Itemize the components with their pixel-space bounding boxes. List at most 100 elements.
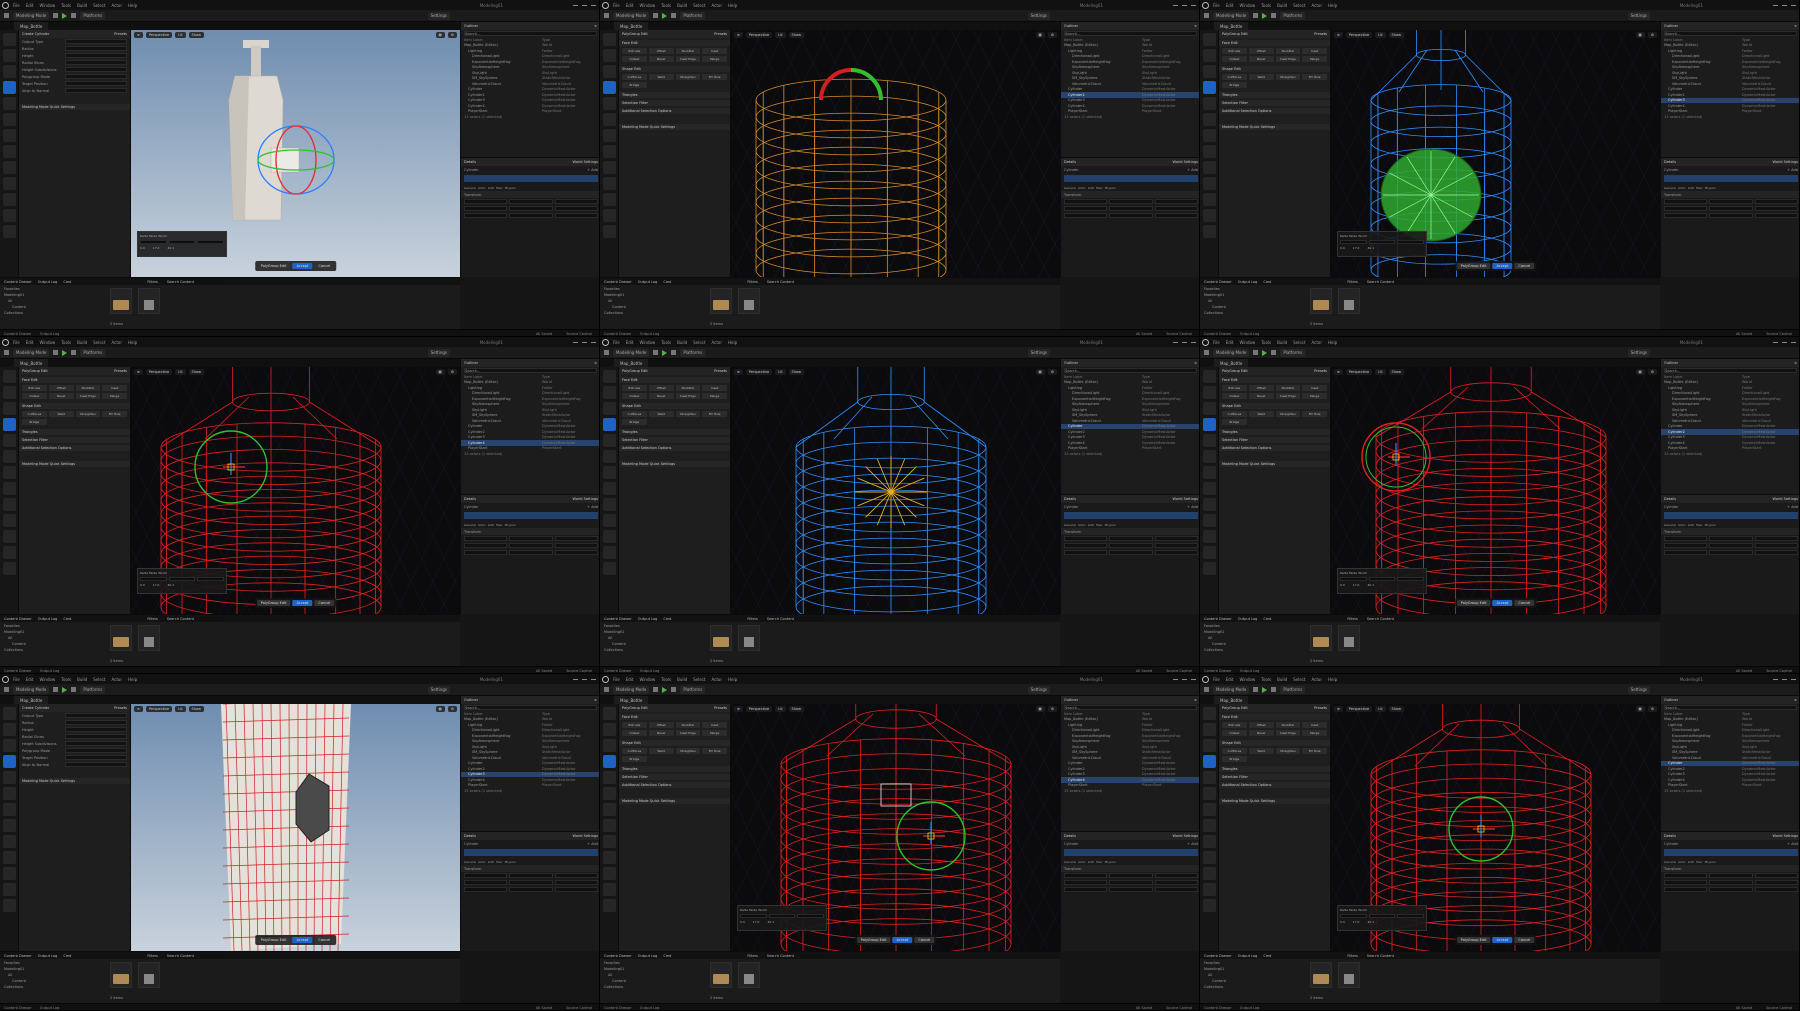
mode-tool-icon[interactable] (1203, 81, 1216, 94)
tool-action-button[interactable]: Inset (1302, 722, 1327, 728)
accept-button[interactable]: Accept (1492, 600, 1513, 606)
status-output-log[interactable]: Output Log (40, 1006, 60, 1010)
delta-x-field[interactable] (740, 914, 767, 918)
menu-actor[interactable]: Actor (1308, 340, 1325, 345)
settings-button[interactable]: Settings (1627, 348, 1650, 357)
mode-tool-icon[interactable] (1203, 161, 1216, 174)
property-field[interactable] (65, 46, 127, 51)
component-row[interactable] (1064, 849, 1198, 856)
save-icon[interactable] (4, 350, 9, 355)
mode-tool-icon[interactable] (603, 466, 616, 479)
mode-tool-icon[interactable] (603, 851, 616, 864)
unreal-logo-icon[interactable] (1200, 337, 1210, 347)
scale-y-field[interactable] (509, 887, 553, 892)
viewport-menu-icon[interactable]: ≡ (1334, 368, 1343, 375)
tool-action-button[interactable]: Bevel (1248, 56, 1274, 62)
minimize-icon[interactable] (1773, 341, 1778, 343)
platforms-button[interactable]: Platforms (80, 685, 106, 694)
mode-tool-icon[interactable] (1203, 97, 1216, 110)
tool-action-button[interactable]: Outset (22, 393, 47, 399)
camera-speed-icon[interactable]: ⚙ (1047, 368, 1057, 375)
content-drawer-tab[interactable]: Content Drawer (604, 280, 632, 284)
platforms-button[interactable]: Platforms (80, 11, 106, 20)
panel-section[interactable]: Triangles (1219, 766, 1330, 772)
details-tab-physics[interactable]: Physics (1105, 523, 1116, 527)
rotation-z-field[interactable] (1754, 543, 1798, 548)
menu-tools[interactable]: Tools (658, 340, 674, 345)
tool-action-button[interactable]: Bridge (1222, 82, 1247, 88)
status-output-log[interactable]: Output Log (1240, 332, 1260, 336)
maximize-icon[interactable] (1782, 341, 1787, 343)
location-field[interactable] (1064, 536, 1108, 541)
location-field[interactable] (1064, 199, 1108, 204)
level-tab[interactable]: Map_Bottle (1214, 359, 1249, 367)
close-icon[interactable] (1791, 341, 1796, 343)
content-drawer-tab[interactable]: Content Drawer (4, 954, 32, 958)
window-controls[interactable] (573, 341, 596, 343)
level-tab[interactable]: Map_Bottle (1214, 696, 1249, 704)
mode-tool-icon[interactable] (1203, 530, 1216, 543)
tool-action-button[interactable]: Bevel (648, 56, 674, 62)
location-z-field[interactable] (554, 536, 598, 541)
settings-button[interactable]: Settings (427, 685, 450, 694)
component-row[interactable] (464, 175, 598, 182)
outliner-row[interactable]: ExponentialHeightFog ExponentialHeightFog (461, 59, 599, 65)
pause-icon[interactable] (1271, 13, 1277, 18)
level-viewport[interactable]: ≡ Perspective Lit Show ▦ ⚙ PolyGroup Edi… (131, 704, 460, 951)
tool-action-button[interactable]: Inset (702, 722, 727, 728)
column-label[interactable]: Item Label (1064, 712, 1142, 716)
cancel-button[interactable]: Cancel (1514, 937, 1535, 943)
menu-tools[interactable]: Tools (1258, 3, 1274, 8)
scale-y-field[interactable] (1709, 213, 1753, 218)
viewport-menu-icon[interactable]: ≡ (134, 705, 143, 712)
status-output-log[interactable]: Output Log (1240, 1006, 1260, 1010)
tool-action-button[interactable]: Inset Edge (1275, 730, 1301, 736)
settings-button[interactable]: Settings (1027, 685, 1050, 694)
tool-action-button[interactable]: Merge (702, 56, 727, 62)
tool-action-button[interactable]: Fill Hole (1302, 748, 1327, 754)
tool-action-button[interactable]: Weld (1248, 74, 1274, 80)
mode-tool-icon[interactable] (603, 546, 616, 559)
outliner-search[interactable]: Search... (1664, 368, 1797, 373)
mode-tool-icon[interactable] (1203, 803, 1216, 816)
asset-folder[interactable] (110, 962, 132, 988)
menu-build[interactable]: Build (674, 677, 690, 682)
tool-action-button[interactable]: Merge (702, 393, 727, 399)
content-drawer-tab[interactable]: Content Drawer (1204, 280, 1232, 284)
panel-section[interactable]: Additional Selection Options (619, 445, 730, 451)
perspective-button[interactable]: Perspective (745, 368, 773, 375)
window-controls[interactable] (1773, 341, 1796, 343)
menu-help[interactable]: Help (125, 677, 140, 682)
gizmo-delta-panel[interactable]: Delta Mode World 0.0 17.0 40.1 (1337, 231, 1427, 257)
settings-button[interactable]: Settings (1027, 348, 1050, 357)
panel-section[interactable]: Selection Filter (1219, 774, 1330, 780)
details-tab-lod[interactable]: LOD (1688, 523, 1694, 527)
mode-tool-icon[interactable] (1203, 819, 1216, 832)
cancel-button[interactable]: Cancel (314, 263, 335, 269)
window-controls[interactable] (573, 4, 596, 6)
column-label[interactable]: Item Label (1664, 38, 1742, 42)
status-output-log[interactable]: Output Log (1240, 669, 1260, 673)
status-saved[interactable]: All Saved (1136, 669, 1152, 673)
location-z-field[interactable] (554, 873, 598, 878)
rotation-y-field[interactable] (509, 206, 553, 211)
output-log-tab[interactable]: Output Log (638, 954, 658, 958)
location-z-field[interactable] (1154, 536, 1198, 541)
tool-action-button[interactable]: CutFaces (622, 74, 647, 80)
tool-action-button[interactable]: Outset (622, 56, 647, 62)
delta-space[interactable]: World (158, 571, 167, 575)
selected-faces[interactable] (855, 456, 927, 528)
add-component-button[interactable]: + Add (1187, 505, 1198, 509)
play-icon[interactable] (662, 12, 668, 19)
tool-action-button[interactable]: Straighten (675, 748, 701, 754)
details-tab-lod[interactable]: LOD (1688, 860, 1694, 864)
rotation-y-field[interactable] (1709, 543, 1753, 548)
status-output-log[interactable]: Output Log (640, 669, 660, 673)
location-field[interactable] (1664, 873, 1708, 878)
snap-grid-icon[interactable]: ▦ (435, 368, 445, 375)
tool-action-button[interactable]: PushPull (1275, 385, 1301, 391)
scale-z-field[interactable] (1154, 213, 1198, 218)
delta-space[interactable]: World (758, 908, 767, 912)
unreal-logo-icon[interactable] (600, 337, 610, 347)
window-controls[interactable] (1773, 678, 1796, 680)
